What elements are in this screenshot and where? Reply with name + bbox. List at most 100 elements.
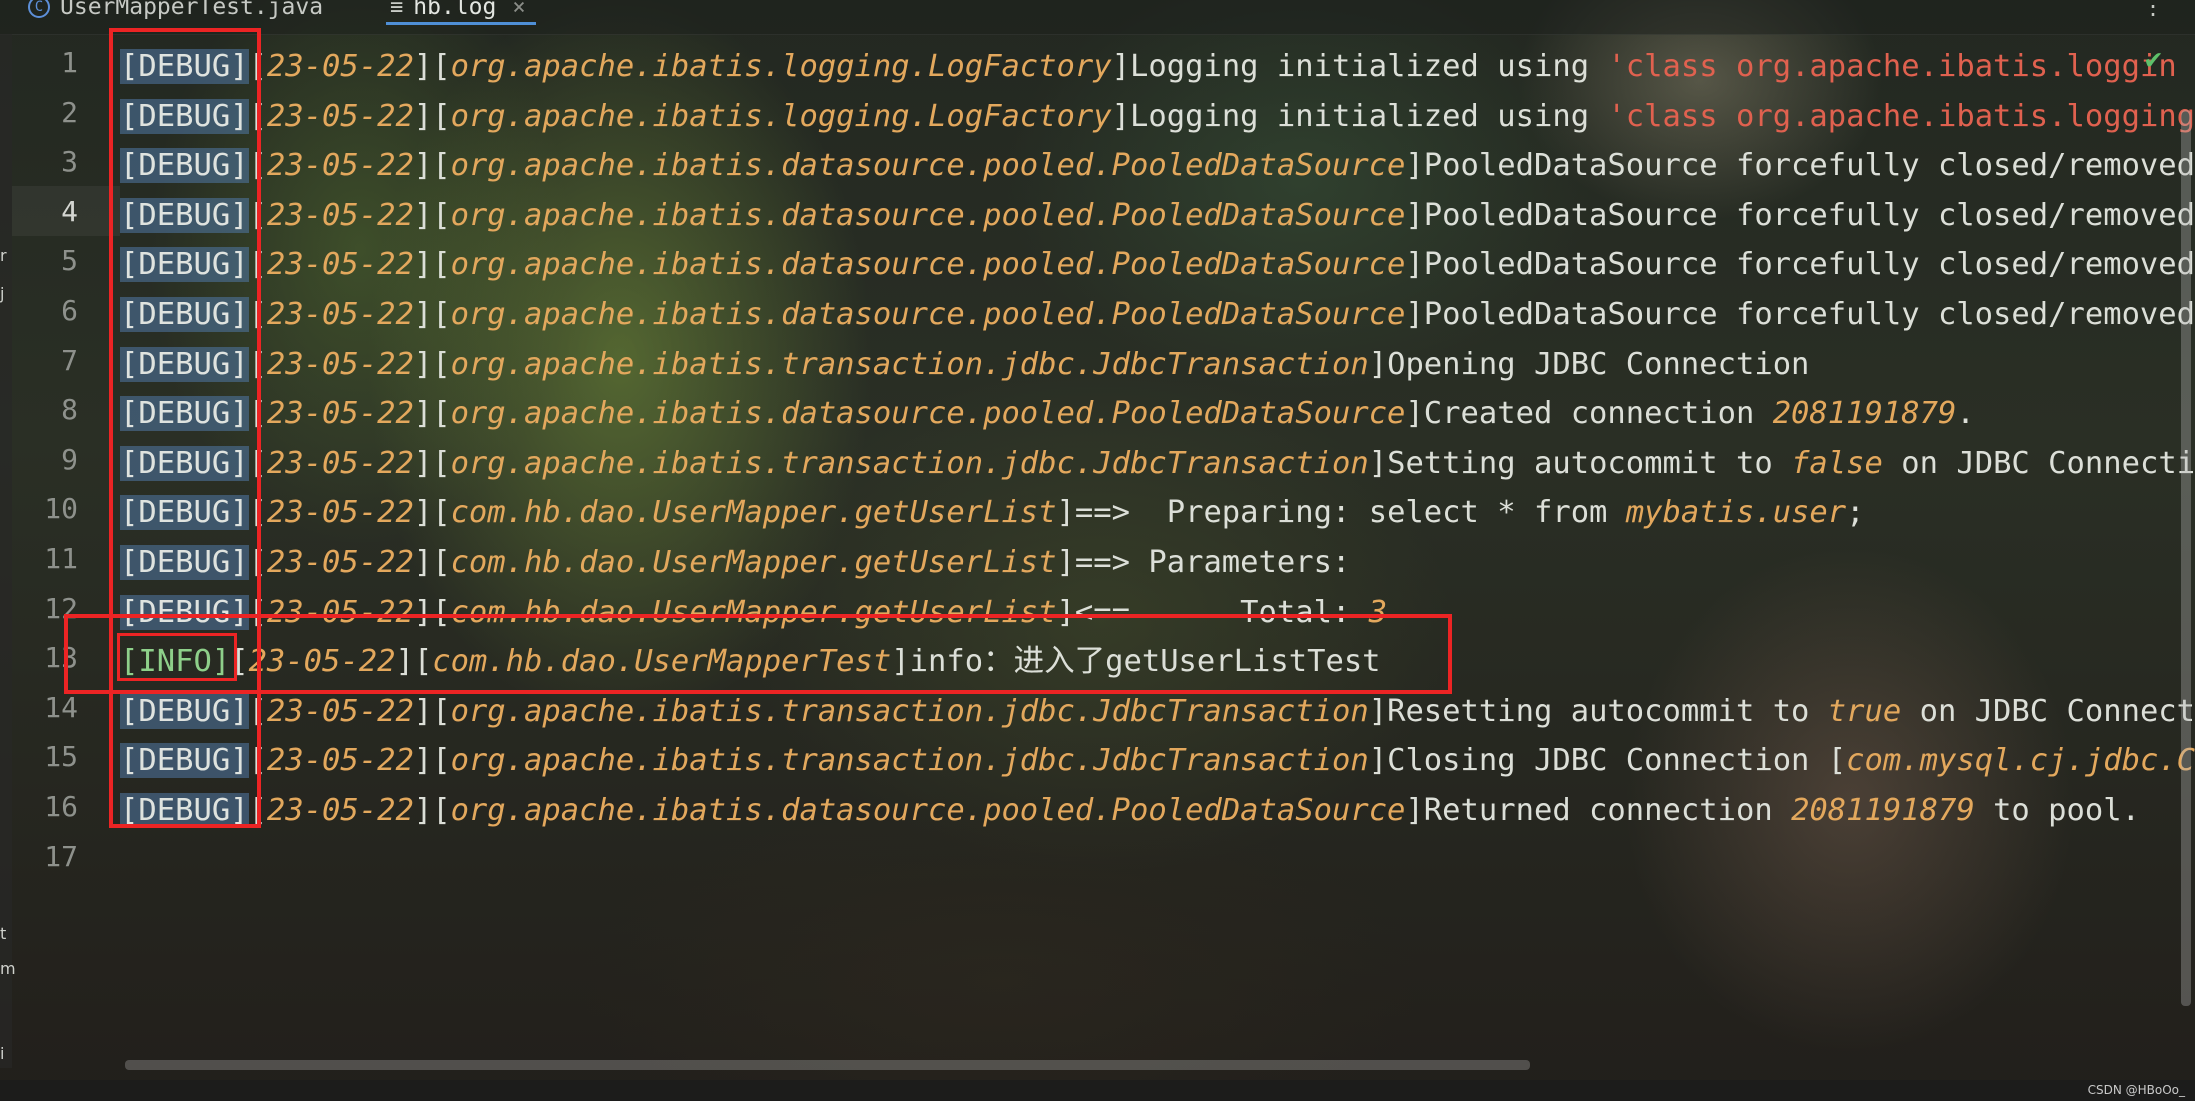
vertical-scrollbar[interactable] [2181,110,2191,1006]
bracket: ] [1405,793,1424,828]
log-line[interactable]: [DEBUG][23-05-22][org.apache.ibatis.tran… [120,736,2195,786]
line-number[interactable]: 1 [12,38,78,88]
bracket: [ [248,197,267,233]
line-number[interactable]: 5 [12,236,78,286]
log-line[interactable]: [DEBUG][23-05-22][com.hb.dao.UserMapper.… [120,488,1865,538]
log-message: Setting autocommit to [1387,445,1792,481]
log-date: 23-05-22 [266,148,414,184]
log-level: [DEBUG] [120,594,249,630]
bracket: [ [248,98,267,134]
log-line[interactable]: [DEBUG][23-05-22][org.apache.ibatis.logg… [120,92,2195,142]
bracket: [ [248,693,267,729]
log-line[interactable]: [DEBUG][23-05-22][org.apache.ibatis.tran… [120,340,1809,390]
line-number[interactable]: 17 [12,832,78,882]
line-number[interactable]: 10 [12,484,78,534]
tool-strip-label[interactable]: t [0,924,6,943]
bracket: ] [1405,297,1424,332]
line-number[interactable]: 3 [12,137,78,187]
logger-name: org.apache.ibatis.transaction.jdbc.JdbcT… [450,693,1369,729]
bracket: ] [1368,693,1388,729]
log-level: [DEBUG] [120,396,249,432]
more-options-icon[interactable]: ⋮ [2141,0,2165,20]
horizontal-scrollbar[interactable] [125,1060,1530,1070]
class-icon: C [28,0,50,18]
log-date: 23-05-22 [266,346,414,382]
log-message: Opening JDBC Connection [1387,346,1810,382]
log-line[interactable]: [DEBUG][23-05-22][org.apache.ibatis.tran… [120,439,2195,489]
log-date: 23-05-22 [266,693,414,729]
log-line[interactable]: [DEBUG][23-05-22][org.apache.ibatis.data… [120,240,2195,290]
line-number[interactable]: 11 [12,534,78,584]
log-line[interactable]: [INFO][23-05-22][com.hb.dao.UserMapperTe… [120,637,1381,687]
log-line[interactable]: [DEBUG][23-05-22][org.apache.ibatis.data… [120,290,2195,340]
bracket: ][ [413,793,451,828]
logger-name: org.apache.ibatis.datasource.pooled.Pool… [450,396,1406,432]
log-message-tail: to pool. [1974,793,2140,828]
logger-name: org.apache.ibatis.datasource.pooled.Pool… [450,793,1406,828]
log-message: PooledDataSource forcefully closed/remov… [1423,197,2195,233]
bracket: [ [248,396,267,432]
bracket: ] [1368,346,1388,382]
line-number[interactable]: 9 [12,435,78,485]
tab-usermappertest-java[interactable]: C UserMapperTest.java [28,0,323,24]
log-message: Closing JDBC Connection [ [1387,743,1847,779]
line-number[interactable]: 16 [12,782,78,832]
tab-label: hb.log [413,0,497,20]
bracket: ][ [413,743,451,779]
line-number[interactable]: 13 [12,633,78,683]
check-icon: ✔ [2145,42,2162,75]
logger-name: com.hb.dao.UserMapper.getUserList [450,594,1057,630]
bracket: [ [248,346,267,382]
line-number[interactable]: 14 [12,683,78,733]
log-level: [DEBUG] [120,445,249,481]
log-message-tail: ; [1846,495,1865,531]
line-number[interactable]: 4 [12,187,78,237]
line-number[interactable]: 2 [12,88,78,138]
tab-hb-log[interactable]: ≡ hb.log × [386,0,536,25]
bracket: ][ [413,396,451,432]
log-message-tail: on JDBC Connectior [1901,445,2195,481]
tool-strip-label[interactable]: i [0,1044,4,1063]
line-number[interactable]: 6 [12,286,78,336]
bracket: [ [230,644,249,680]
bracket: ] [1405,197,1424,233]
tab-label: UserMapperTest.java [60,0,324,20]
log-editor[interactable]: [DEBUG][23-05-22][org.apache.ibatis.logg… [120,38,2195,1068]
tool-window-strip: r j t m i [0,34,16,1068]
log-line[interactable]: [DEBUG][23-05-22][org.apache.ibatis.data… [120,786,2140,836]
tool-strip-label[interactable]: j [0,284,4,303]
log-date: 23-05-22 [266,247,414,283]
log-line[interactable]: [DEBUG][23-05-22][com.hb.dao.UserMapper.… [120,538,1350,588]
bracket: ] [1056,495,1075,531]
log-message: PooledDataSource forcefully closed/remov… [1423,247,2195,283]
bracket: [ [248,495,267,531]
line-number[interactable]: 15 [12,732,78,782]
log-line[interactable]: [DEBUG][23-05-22][org.apache.ibatis.data… [120,191,2195,241]
log-message: Resetting autocommit to [1387,693,1828,729]
bracket: [ [248,594,267,630]
logger-name: org.apache.ibatis.logging.LogFactory [450,49,1112,84]
log-level: [DEBUG] [120,297,249,332]
log-level: [DEBUG] [120,247,249,283]
log-line[interactable]: [DEBUG][23-05-22][org.apache.ibatis.data… [120,389,1975,439]
close-icon[interactable]: × [512,0,525,20]
status-bar [0,1080,2195,1101]
line-number[interactable]: 7 [12,336,78,386]
bracket: ] [891,644,910,680]
log-date: 23-05-22 [266,98,414,134]
bracket: [ [248,49,267,84]
log-level: [DEBUG] [120,346,249,382]
bracket: ] [1368,743,1388,779]
log-line[interactable]: [DEBUG][23-05-22][org.apache.ibatis.tran… [120,687,2195,737]
log-message-tail: . [1956,396,1975,432]
line-number[interactable]: 8 [12,385,78,435]
line-number[interactable]: 12 [12,584,78,634]
tool-strip-label[interactable]: r [0,246,7,265]
log-line[interactable]: [DEBUG][23-05-22][com.hb.dao.UserMapper.… [120,588,1387,638]
string-literal: 'class org.apache.ibatis.logging.l [1607,98,2195,134]
log-line[interactable]: [DEBUG][23-05-22][org.apache.ibatis.data… [120,141,2195,191]
bracket: ][ [413,495,451,531]
log-line[interactable]: [DEBUG][23-05-22][org.apache.ibatis.logg… [120,42,2177,92]
line-number-gutter[interactable]: 1 2 3 4 5 6 7 8 9 10 11 12 13 14 15 16 17 [12,34,120,1068]
bracket: ] [1405,247,1424,283]
